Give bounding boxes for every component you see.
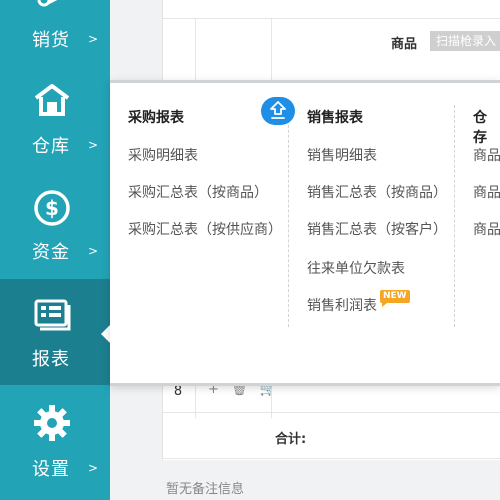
report-icon bbox=[34, 299, 71, 331]
grid-line bbox=[163, 458, 500, 459]
dollar-circle-icon: $ bbox=[34, 190, 70, 226]
nav-label-funds: 资金 bbox=[32, 242, 70, 263]
nav-arrow: > bbox=[88, 32, 99, 46]
warehouse-link[interactable]: 商品 bbox=[473, 219, 500, 239]
warehouse-link[interactable]: 商品 bbox=[473, 145, 500, 165]
nav-item-sales[interactable]: 销货 > bbox=[0, 0, 110, 65]
nav-label-settings: 设置 bbox=[32, 459, 70, 480]
row-number: 8 bbox=[173, 384, 183, 399]
nav-label-warehouse: 仓库 bbox=[32, 136, 70, 157]
purchase-reports-title: 采购报表 bbox=[128, 110, 184, 126]
svg-text:$: $ bbox=[45, 196, 59, 220]
nav-arrow: > bbox=[88, 138, 99, 152]
grid-line bbox=[163, 18, 500, 19]
nav-item-warehouse[interactable]: 仓库 > bbox=[0, 66, 110, 172]
nav-arrow: > bbox=[88, 244, 99, 258]
total-label: 合计: bbox=[275, 432, 307, 447]
warehouse-reports-title: 仓存 bbox=[473, 110, 487, 146]
purchase-summary-by-product-link[interactable]: 采购汇总表（按商品） bbox=[128, 182, 268, 202]
arrow-up-icon bbox=[270, 101, 286, 119]
sales-detail-link[interactable]: 销售明细表 bbox=[307, 145, 377, 165]
column-divider bbox=[454, 105, 455, 327]
sidebar: 销货 > 仓库 > $ 资金 > 报表 设置 > bbox=[0, 0, 110, 500]
collapse-menu-button[interactable] bbox=[261, 97, 295, 125]
nav-arrow: > bbox=[88, 461, 99, 475]
nav-label-reports: 报表 bbox=[32, 349, 70, 370]
nav-label-sales: 销货 bbox=[32, 30, 70, 51]
nav-item-settings[interactable]: 设置 > bbox=[0, 385, 110, 500]
sales-profit-link[interactable]: 销售利润表 bbox=[307, 295, 377, 315]
grid-line bbox=[163, 412, 500, 413]
column-divider bbox=[288, 105, 289, 327]
sales-reports-title: 销售报表 bbox=[307, 110, 363, 126]
warehouse-link[interactable]: 商品 bbox=[473, 182, 500, 202]
nav-item-funds[interactable]: $ 资金 > bbox=[0, 172, 110, 278]
sales-summary-by-product-link[interactable]: 销售汇总表（按商品） bbox=[307, 182, 447, 202]
product-column-header: 商品 bbox=[391, 37, 418, 52]
gear-icon bbox=[34, 405, 70, 441]
key-icon bbox=[37, 0, 58, 7]
sales-summary-by-customer-link[interactable]: 销售汇总表（按客户） bbox=[307, 219, 447, 239]
new-badge: NEW bbox=[380, 290, 410, 307]
receivables-link[interactable]: 往来单位欠款表 bbox=[307, 258, 405, 278]
warehouse-icon bbox=[34, 84, 70, 116]
nav-item-reports[interactable]: 报表 bbox=[0, 279, 110, 385]
remarks-text: 暂无备注信息 bbox=[166, 482, 245, 497]
purchase-detail-link[interactable]: 采购明细表 bbox=[128, 145, 198, 165]
purchase-summary-by-supplier-link[interactable]: 采购汇总表（按供应商） bbox=[128, 219, 282, 239]
scan-input[interactable]: 扫描枪录入 bbox=[430, 31, 500, 51]
reports-dropdown: 采购报表 采购明细表 采购汇总表（按商品） 采购汇总表（按供应商） 销售报表 销… bbox=[110, 80, 500, 386]
